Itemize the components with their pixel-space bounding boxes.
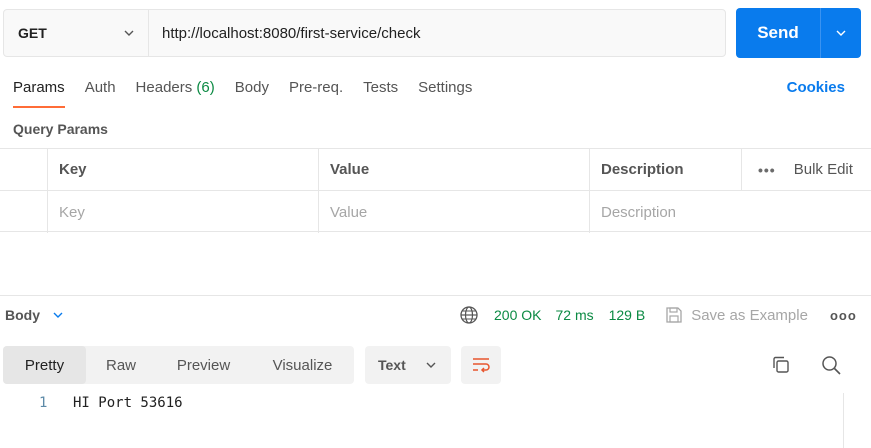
request-tabs: Params Auth Headers (6) Body Pre-req. Te… — [13, 79, 492, 109]
save-icon — [666, 307, 682, 323]
table-header-row: Key Value Description ••• Bulk Edit — [0, 149, 871, 191]
chevron-down-icon — [426, 362, 436, 368]
view-visualize[interactable]: Visualize — [251, 346, 354, 384]
response-meta: 200 OK 72 ms 129 B Save as Example ooo — [459, 305, 857, 325]
request-bar: GET http://localhost:8080/first-service/… — [3, 9, 726, 57]
cookies-link[interactable]: Cookies — [787, 79, 845, 96]
wrap-lines-button[interactable] — [461, 346, 501, 384]
key-column-header: Key — [48, 149, 319, 190]
response-header: Body 200 OK 72 ms 129 B Save as Example … — [0, 296, 871, 334]
format-label: Text — [378, 357, 406, 373]
method-select[interactable]: GET — [4, 10, 149, 56]
view-pretty[interactable]: Pretty — [3, 346, 86, 384]
chevron-down-icon — [53, 312, 63, 318]
line-number: 1 — [39, 395, 48, 411]
method-label: GET — [18, 25, 47, 41]
send-button-group: Send — [736, 8, 861, 58]
more-horizontal-icon[interactable]: ooo — [830, 308, 857, 323]
view-raw[interactable]: Raw — [86, 346, 156, 384]
save-as-example-button[interactable]: Save as Example — [665, 306, 808, 324]
code-line: HI Port 53616 — [73, 395, 183, 411]
tab-body[interactable]: Body — [235, 79, 269, 107]
value-input[interactable]: Value — [319, 191, 590, 233]
tab-settings[interactable]: Settings — [418, 79, 472, 107]
chevron-down-icon — [124, 30, 134, 36]
save-as-example-label: Save as Example — [691, 306, 808, 324]
tab-tests[interactable]: Tests — [363, 79, 398, 107]
globe-icon[interactable] — [459, 305, 479, 325]
tab-auth[interactable]: Auth — [85, 79, 116, 107]
wrap-lines-icon — [473, 358, 490, 373]
query-params-title: Query Params — [13, 121, 108, 137]
bulk-edit-link[interactable]: Bulk Edit — [794, 161, 853, 178]
table-row: Key Value Description — [0, 191, 871, 233]
tab-pre-request[interactable]: Pre-req. — [289, 79, 343, 107]
tab-params[interactable]: Params — [13, 79, 65, 108]
query-params-table: Key Value Description ••• Bulk Edit Key … — [0, 148, 871, 233]
chevron-down-icon — [836, 30, 846, 36]
tab-headers[interactable]: Headers (6) — [136, 79, 215, 107]
row-select-cell — [0, 191, 48, 233]
copy-icon[interactable] — [770, 354, 792, 376]
response-size[interactable]: 129 B — [609, 307, 646, 323]
headers-count: (6) — [196, 79, 215, 96]
description-column-header: Description — [590, 149, 742, 190]
response-body-editor[interactable]: 1 HI Port 53616 — [0, 393, 843, 448]
status-badge[interactable]: 200 OK — [494, 307, 541, 323]
url-text: http://localhost:8080/first-service/chec… — [162, 24, 421, 42]
search-icon[interactable] — [820, 354, 842, 376]
response-view-tabs: Pretty Raw Preview Visualize — [3, 346, 354, 384]
response-body-label: Body — [5, 307, 40, 323]
send-button[interactable]: Send — [736, 8, 821, 58]
response-body-select[interactable]: Body — [5, 307, 64, 323]
send-options-button[interactable] — [821, 8, 861, 58]
view-preview[interactable]: Preview — [156, 346, 251, 384]
value-column-header: Value — [319, 149, 590, 190]
url-input[interactable]: http://localhost:8080/first-service/chec… — [149, 10, 725, 56]
editor-scrollbar[interactable] — [843, 393, 844, 448]
response-time[interactable]: 72 ms — [555, 307, 593, 323]
more-horizontal-icon[interactable]: ••• — [758, 162, 776, 178]
key-input[interactable]: Key — [48, 191, 319, 233]
format-select[interactable]: Text — [365, 346, 451, 384]
description-input[interactable]: Description — [590, 191, 871, 233]
bulk-edit-area: ••• Bulk Edit — [742, 149, 871, 190]
select-column-header — [0, 149, 48, 190]
